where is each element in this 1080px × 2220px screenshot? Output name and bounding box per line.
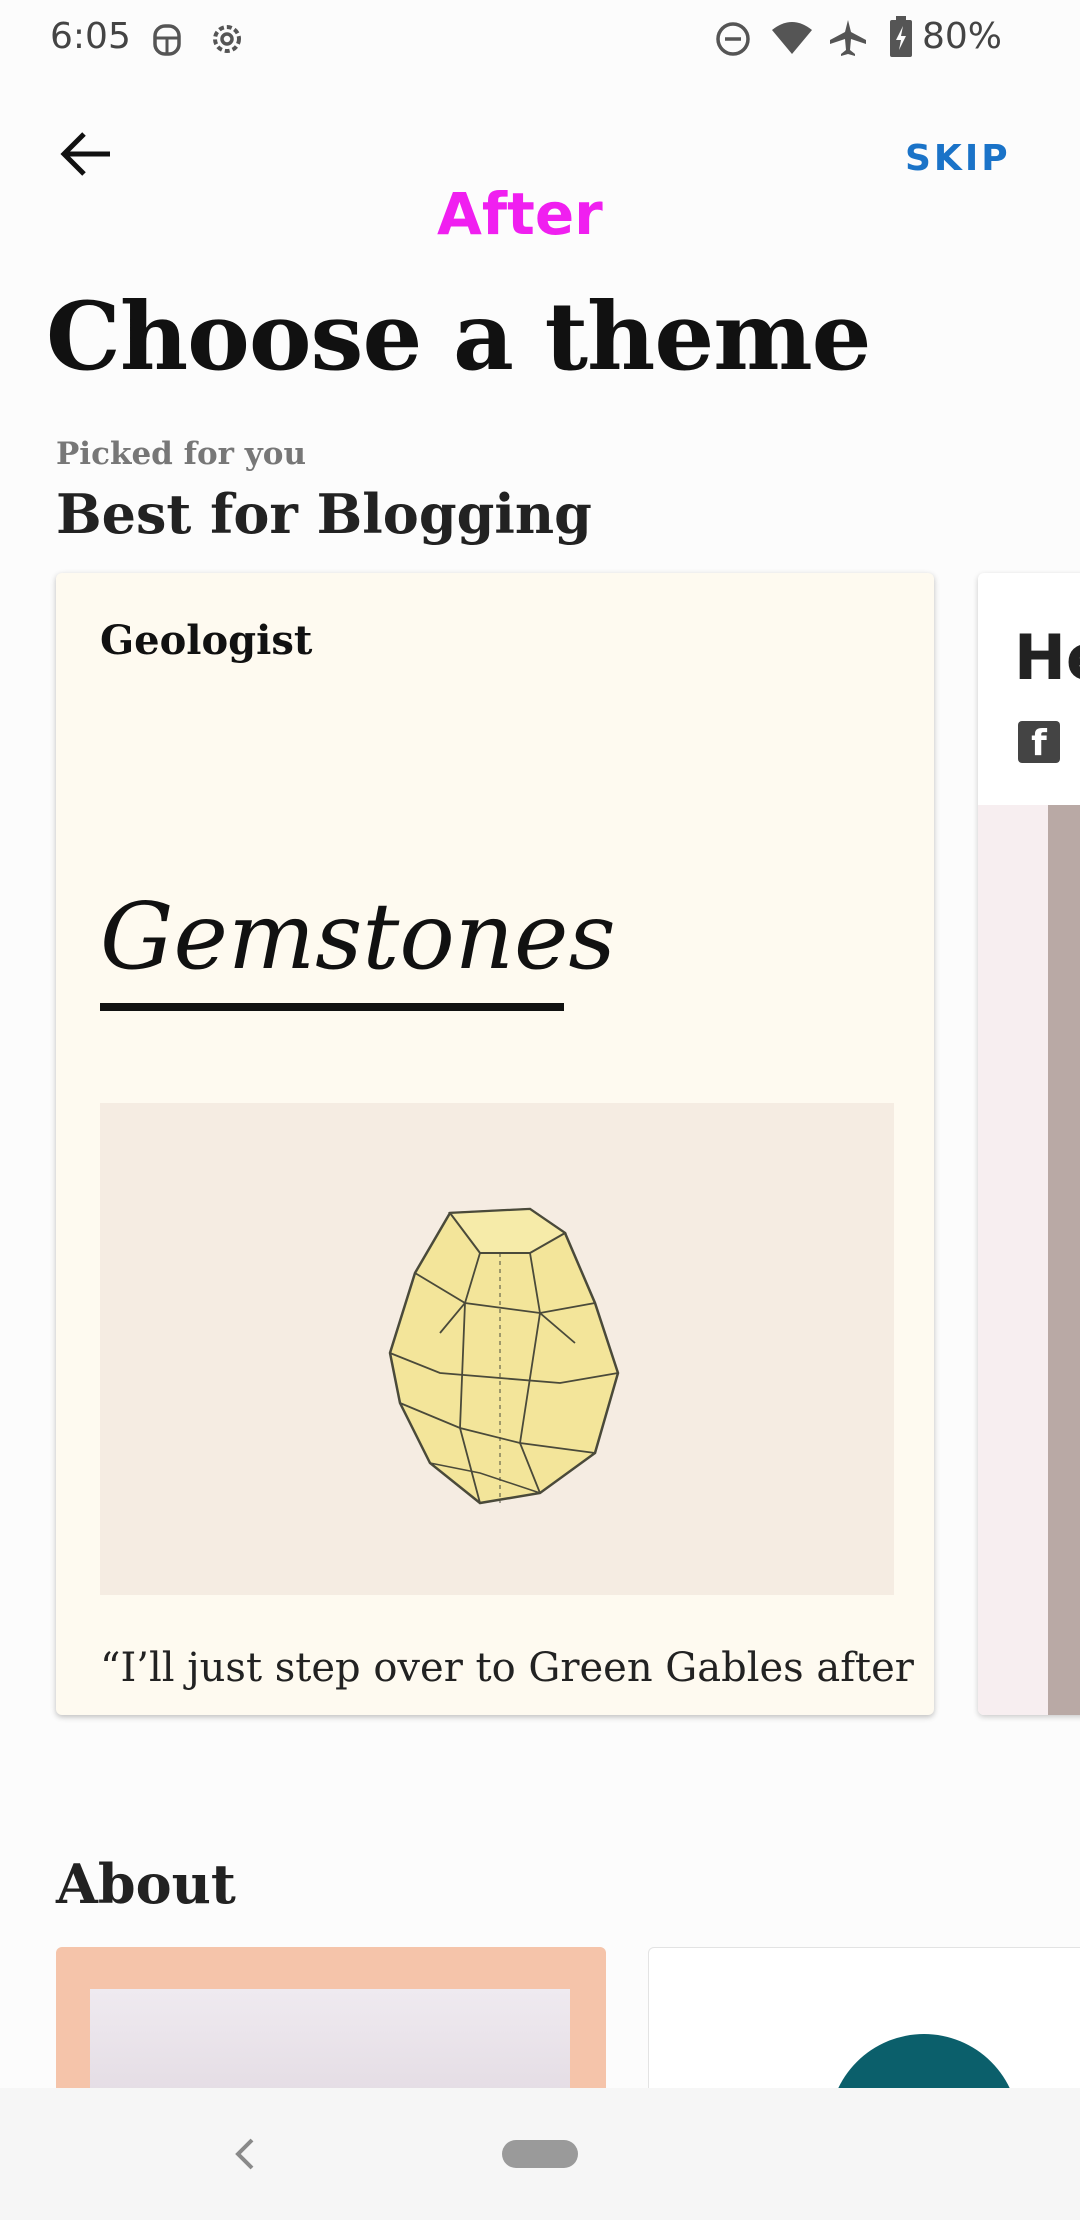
- theme-site-name: Geologist: [100, 617, 313, 664]
- theme-heading: Gemstones: [100, 883, 616, 990]
- about-theme-card-1[interactable]: [56, 1947, 606, 2097]
- about-card1-image: [90, 1989, 570, 2097]
- status-bar: 6:05 80%: [0, 0, 1080, 80]
- airplane-mode-icon: [830, 20, 866, 56]
- battery-percent: 80%: [922, 16, 1003, 57]
- wifi-icon: [772, 22, 812, 54]
- theme-quote: “I’ll just step over to Green Gables aft…: [100, 1645, 914, 1691]
- theme2-title: He: [1014, 621, 1080, 694]
- facebook-icon: f: [1018, 721, 1060, 764]
- section-subtitle: Picked for you: [56, 436, 306, 472]
- nav-home-pill[interactable]: [502, 2140, 578, 2168]
- about-theme-card-2[interactable]: [648, 1947, 1080, 2099]
- gemstone-image: [100, 1103, 894, 1595]
- battery-icon: [890, 16, 912, 57]
- status-time: 6:05: [50, 16, 131, 57]
- theme-card-geologist[interactable]: Geologist Gemstones “I’ll just step over…: [56, 573, 934, 1715]
- nav-back-icon[interactable]: [226, 2130, 262, 2178]
- theme2-photo: [978, 805, 1080, 1715]
- back-button[interactable]: [52, 120, 124, 192]
- page-title: Choose a theme: [46, 282, 871, 392]
- after-label: After: [437, 180, 603, 248]
- settings-icon: [213, 25, 241, 53]
- section-title-about: About: [56, 1852, 236, 1916]
- skip-button[interactable]: SKIP: [905, 138, 1011, 179]
- do-not-disturb-icon: [716, 22, 750, 56]
- heading-underline: [100, 1003, 564, 1011]
- section-title-blogging: Best for Blogging: [56, 482, 592, 546]
- gemstone-icon: [388, 1207, 620, 1505]
- android-debug-icon: [153, 24, 181, 56]
- arrow-left-icon: [60, 132, 110, 176]
- theme-card-second[interactable]: He f: [978, 573, 1080, 1715]
